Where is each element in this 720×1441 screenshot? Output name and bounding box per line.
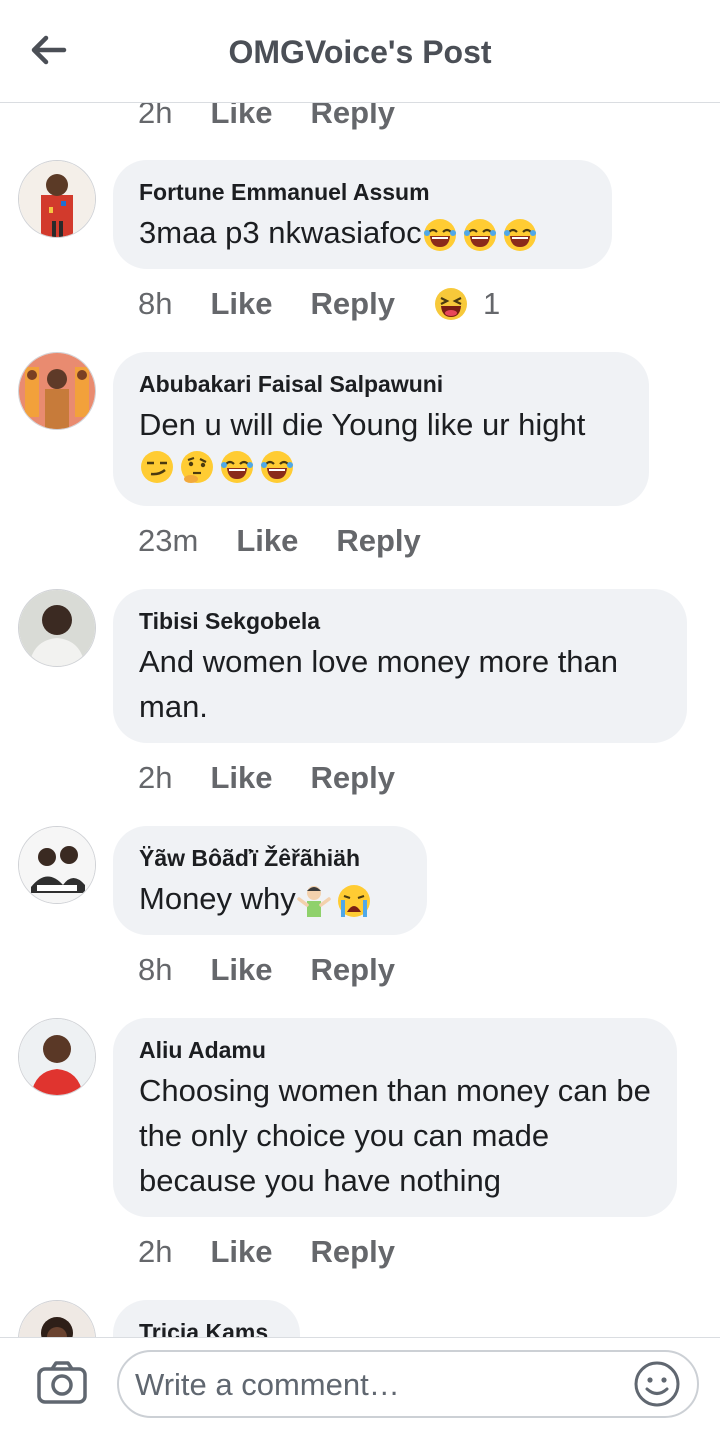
avatar-photo-icon bbox=[19, 161, 95, 237]
emoji-group bbox=[296, 883, 376, 919]
comment-time: 23m bbox=[138, 523, 199, 558]
comment-body: 3maa p3 nkwasiafoc bbox=[139, 215, 422, 250]
comment-time: 2h bbox=[138, 103, 173, 130]
laughing-tears-emoji-icon bbox=[261, 451, 293, 483]
comment-time: 2h bbox=[138, 1234, 173, 1269]
avatar[interactable] bbox=[18, 826, 96, 904]
comment-input[interactable] bbox=[133, 1362, 627, 1408]
comment-meta: 2h Like Reply bbox=[138, 760, 433, 796]
like-button[interactable]: Like bbox=[210, 952, 272, 988]
commenter-name[interactable]: Tricia Kams bbox=[139, 1318, 274, 1337]
comment-bubble[interactable]: Tibisi Sekgobela And women love money mo… bbox=[113, 589, 687, 743]
reply-button[interactable]: Reply bbox=[336, 523, 420, 559]
comment-bubble[interactable]: Aliu Adamu Choosing women than money can… bbox=[113, 1018, 677, 1217]
comment-feed[interactable]: 2h Like Reply Fortune Emmanuel Assum 3ma… bbox=[0, 103, 720, 1337]
smirk-emoji-icon bbox=[141, 451, 173, 483]
avatar-photo-icon bbox=[19, 353, 95, 429]
reaction-summary[interactable]: 1 bbox=[433, 286, 500, 322]
post-header: OMGVoice's Post bbox=[0, 0, 720, 103]
comment-bubble[interactable]: Tricia Kams bbox=[113, 1300, 300, 1337]
comment-body: And women love money more than man. bbox=[139, 644, 619, 724]
avatar-photo-icon bbox=[19, 1301, 95, 1337]
comment-body: Money why bbox=[139, 881, 296, 916]
camera-button[interactable] bbox=[36, 1360, 88, 1406]
like-button[interactable]: Like bbox=[210, 760, 272, 796]
avatar[interactable] bbox=[18, 352, 96, 430]
like-button[interactable]: Like bbox=[210, 1234, 272, 1270]
avatar[interactable] bbox=[18, 160, 96, 238]
smiley-icon bbox=[634, 1361, 680, 1407]
commenter-name[interactable]: Fortune Emmanuel Assum bbox=[139, 178, 586, 206]
like-button[interactable]: Like bbox=[210, 286, 272, 322]
comment-bubble[interactable]: Abubakari Faisal Salpawuni Den u will di… bbox=[113, 352, 649, 506]
laughing-tears-emoji-icon bbox=[423, 218, 456, 251]
laughing-tears-emoji-icon bbox=[503, 218, 536, 251]
comment-body: Den u will die Young like ur hight bbox=[139, 407, 586, 442]
commenter-name[interactable]: Ÿãw Bôãďï Žêřãhiäh bbox=[139, 844, 401, 872]
like-button[interactable]: Like bbox=[236, 523, 298, 559]
avatar-photo-icon bbox=[19, 827, 95, 903]
avatar-photo-icon bbox=[19, 590, 95, 666]
avatar-photo-icon bbox=[19, 1019, 95, 1095]
camera-icon bbox=[37, 1361, 87, 1404]
laughing-tears-emoji-icon bbox=[463, 218, 496, 251]
crying-emoji-icon bbox=[337, 884, 370, 917]
like-button[interactable]: Like bbox=[210, 103, 272, 131]
comment-time: 8h bbox=[138, 286, 173, 321]
comment-text: 3maa p3 nkwasiafoc bbox=[139, 210, 586, 255]
laughing-tears-emoji-icon bbox=[221, 451, 253, 483]
reaction-count: 1 bbox=[482, 286, 501, 321]
comment-meta: 8h Like Reply bbox=[138, 952, 433, 988]
commenter-name[interactable]: Abubakari Faisal Salpawuni bbox=[139, 370, 623, 398]
commenter-name[interactable]: Tibisi Sekgobela bbox=[139, 607, 661, 635]
reply-button[interactable]: Reply bbox=[311, 760, 395, 796]
avatar[interactable] bbox=[18, 589, 96, 667]
reply-button[interactable]: Reply bbox=[311, 286, 395, 322]
avatar[interactable] bbox=[18, 1300, 96, 1337]
emoji-group bbox=[139, 449, 299, 485]
page-title: OMGVoice's Post bbox=[228, 34, 492, 70]
commenter-name[interactable]: Aliu Adamu bbox=[139, 1036, 651, 1064]
comment-bubble[interactable]: Fortune Emmanuel Assum 3maa p3 nkwasiafo… bbox=[113, 160, 612, 269]
reply-button[interactable]: Reply bbox=[311, 1234, 395, 1270]
comment-bubble[interactable]: Ÿãw Bôãďï Žêřãhiäh Money why bbox=[113, 826, 427, 935]
emoji-button[interactable] bbox=[633, 1360, 681, 1408]
thinking-emoji-icon bbox=[181, 451, 213, 483]
emoji-group bbox=[422, 217, 542, 253]
comment-input-box bbox=[117, 1350, 699, 1418]
reply-button[interactable]: Reply bbox=[311, 103, 395, 131]
shrug-emoji-icon bbox=[297, 885, 331, 917]
comment-meta: 8h Like Reply 1 bbox=[138, 286, 500, 322]
reply-button[interactable]: Reply bbox=[311, 952, 395, 988]
comment-body: Choosing women than money can be the onl… bbox=[139, 1073, 651, 1198]
comment-meta: 2h Like Reply bbox=[138, 103, 433, 131]
comment-time: 2h bbox=[138, 760, 173, 795]
comment-composer bbox=[0, 1337, 720, 1441]
avatar[interactable] bbox=[18, 1018, 96, 1096]
comment-time: 8h bbox=[138, 952, 173, 987]
comment-text: Money why bbox=[139, 876, 401, 921]
comment-meta: 2h Like Reply bbox=[138, 1234, 433, 1270]
haha-reaction-icon bbox=[434, 288, 467, 320]
comment-meta: 23m Like Reply bbox=[138, 523, 459, 559]
